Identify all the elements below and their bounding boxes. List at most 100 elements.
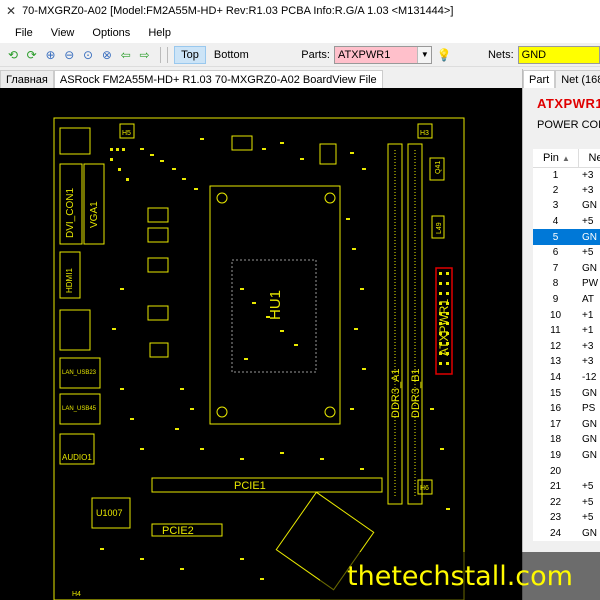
table-row[interactable]: 24 GN [533, 526, 600, 542]
mount-hole [324, 406, 336, 418]
pin-net: +1 [582, 325, 594, 337]
nets-select[interactable]: GND [517, 45, 600, 64]
table-row[interactable]: 3 GN [533, 198, 600, 214]
menu-file[interactable]: File [6, 25, 42, 41]
board-canvas[interactable]: H5 H3 DVI_CON1 VGA1 HDMI1 HU1 DDR3_A1 DD… [0, 88, 522, 600]
back-arrow-icon[interactable]: ⇦ [117, 45, 135, 65]
usb-connector [59, 127, 91, 155]
pin-table-body: 1 +3 2 +3 3 GN 4 +5 5 GN 6 +5 7 GN 8 PW 9 AT 10 +1 11 +1 12 +3 1… [533, 167, 600, 541]
pin-number: 10 [549, 309, 562, 321]
board-view[interactable]: H5 H3 DVI_CON1 VGA1 HDMI1 HU1 DDR3_A1 DD… [0, 88, 522, 600]
refresh-left-icon[interactable]: ⟲ [4, 45, 22, 65]
pin-number: 3 [552, 200, 559, 212]
mount-hole [216, 406, 228, 418]
zoom-fit-icon[interactable]: ⊙ [79, 45, 97, 65]
pin-net: +3 [582, 356, 594, 368]
pin-net: GN [582, 449, 597, 461]
pin-net: GN [582, 527, 597, 539]
menu-view[interactable]: View [42, 25, 84, 41]
pin-net: +1 [582, 309, 594, 321]
table-row[interactable]: 1 +3 [533, 167, 600, 183]
pin-net: GN [582, 434, 597, 446]
table-row[interactable]: 4 +5 [533, 214, 600, 230]
table-row[interactable]: 20 [533, 463, 600, 479]
table-row[interactable]: 14 -12 [533, 370, 600, 386]
top-side-button[interactable]: Top [174, 45, 206, 64]
table-row[interactable]: 13 +3 [533, 354, 600, 370]
forward-arrow-icon[interactable]: ⇨ [136, 45, 154, 65]
tab-net[interactable]: Net (168 [555, 70, 600, 88]
pin-net: +5 [582, 512, 594, 524]
board-label-u1007: U1007 [96, 508, 123, 518]
column-header-pin[interactable]: Pin ▲ [533, 149, 579, 168]
board-label-lan-usb23: LAN_USB23 [62, 370, 97, 376]
bottom-side-button[interactable]: Bottom [208, 47, 255, 63]
pin-number: 15 [549, 387, 562, 399]
table-row[interactable]: 11 +1 [533, 323, 600, 339]
table-row[interactable]: 6 +5 [533, 245, 600, 261]
zoom-area-icon[interactable]: ⊗ [98, 45, 116, 65]
q12-component [319, 143, 337, 165]
table-row[interactable]: 21 +5 [533, 479, 600, 495]
board-label-q41: Q41 [435, 161, 442, 174]
menu-options[interactable]: Options [83, 25, 139, 41]
menu-bar: File View Options Help [0, 22, 600, 43]
lt43-component [147, 227, 169, 243]
pin-net: +5 [582, 247, 594, 259]
table-row[interactable]: 10 +1 [533, 307, 600, 323]
pin-net: PW [582, 278, 599, 290]
pin-number: 14 [549, 372, 562, 384]
table-row[interactable]: 17 GN [533, 417, 600, 433]
table-row[interactable]: 5 GN [533, 229, 600, 245]
board-label-vga: VGA1 [89, 201, 100, 228]
table-row[interactable]: 8 PW [533, 276, 600, 292]
table-row[interactable]: 12 +3 [533, 339, 600, 355]
usb-connector [59, 309, 91, 351]
board-label-ddr3-a1: DDR3_A1 [390, 368, 402, 418]
pin-net [578, 463, 600, 479]
board-label-h5: H5 [122, 130, 131, 137]
selected-part-description: POWER CON [537, 119, 600, 131]
table-row[interactable]: 16 PS [533, 401, 600, 417]
pin-number: 22 [549, 496, 562, 508]
pin-number: 8 [552, 278, 559, 290]
table-row[interactable]: 23 +5 [533, 510, 600, 526]
table-row[interactable]: 2 +3 [533, 183, 600, 199]
pin-net: GN [582, 262, 597, 274]
board-label-lan-usb45: LAN_USB45 [62, 406, 97, 412]
pin-number: 21 [549, 481, 562, 493]
zoom-in-icon[interactable]: ⊕ [42, 45, 60, 65]
parts-label: Parts: [301, 48, 330, 61]
board-label-hdmi: HDMI1 [65, 268, 74, 293]
pin-number: 6 [552, 247, 559, 259]
table-row[interactable]: 15 GN [533, 385, 600, 401]
parts-select[interactable]: ATXPWR1 ▼ [333, 45, 433, 64]
parts-select-value: ATXPWR1 [337, 48, 391, 61]
side-panel-tabs: Part Net (168 [523, 69, 600, 88]
refresh-right-icon[interactable]: ⟳ [23, 45, 41, 65]
nets-label: Nets: [487, 48, 514, 61]
zoom-out-icon[interactable]: ⊖ [60, 45, 78, 65]
lt44-component [147, 305, 169, 321]
table-row[interactable]: 22 +5 [533, 494, 600, 510]
part-side-panel: Part Net (168 ATXPWR1 POWER CON Pin ▲ Ne… [522, 69, 600, 600]
pin-number: 7 [552, 262, 559, 274]
tab-part[interactable]: Part [523, 70, 556, 88]
table-row[interactable]: 9 AT [533, 292, 600, 308]
pin-number: 18 [549, 434, 562, 446]
table-row[interactable]: 19 GN [533, 448, 600, 464]
menu-help[interactable]: Help [139, 25, 180, 41]
pin-net: +5 [582, 216, 594, 228]
pcie1-slot [151, 477, 383, 493]
column-header-net[interactable]: Ne [578, 149, 600, 168]
tab-boardview-file[interactable]: ASRock FM2A55M-HD+ R1.03 70-MXGRZ0-A02 B… [53, 70, 383, 88]
tab-home[interactable]: Главная [0, 70, 54, 88]
bulb-icon[interactable]: 💡 [435, 45, 453, 65]
toolbar-separator [160, 46, 162, 63]
lt46-component [149, 342, 169, 358]
chevron-down-icon[interactable]: ▼ [417, 46, 432, 63]
pin-net: +3 [582, 340, 594, 352]
board-label-h4: H4 [72, 591, 81, 598]
table-row[interactable]: 7 GN [533, 261, 600, 277]
table-row[interactable]: 18 GN [533, 432, 600, 448]
